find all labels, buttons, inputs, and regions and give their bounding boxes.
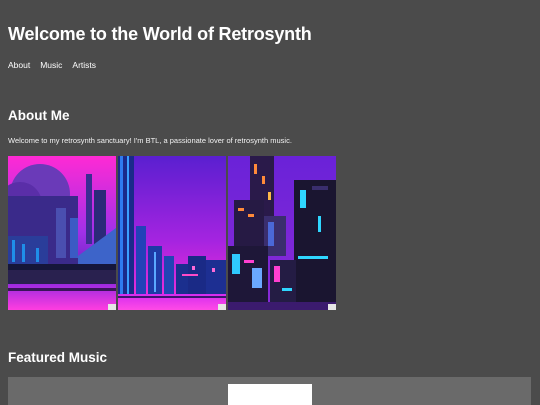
featured-music-heading: Featured Music — [8, 350, 108, 365]
image-gallery — [8, 156, 336, 310]
retrosynth-city-domes-image — [8, 156, 116, 310]
site-title: Welcome to the World of Retrosynth — [8, 24, 312, 44]
retrosynth-towers-image — [228, 156, 336, 310]
about-heading: About Me — [8, 108, 70, 123]
featured-music-card[interactable] — [228, 384, 312, 405]
nav-link-artists[interactable]: Artists — [72, 60, 96, 70]
nav-link-music[interactable]: Music — [40, 60, 62, 70]
retrosynth-neon-skyline-image — [118, 156, 226, 310]
main-nav: About Music Artists — [8, 60, 96, 70]
about-intro-text: Welcome to my retrosynth sanctuary! I'm … — [8, 136, 292, 145]
nav-link-about[interactable]: About — [8, 60, 30, 70]
